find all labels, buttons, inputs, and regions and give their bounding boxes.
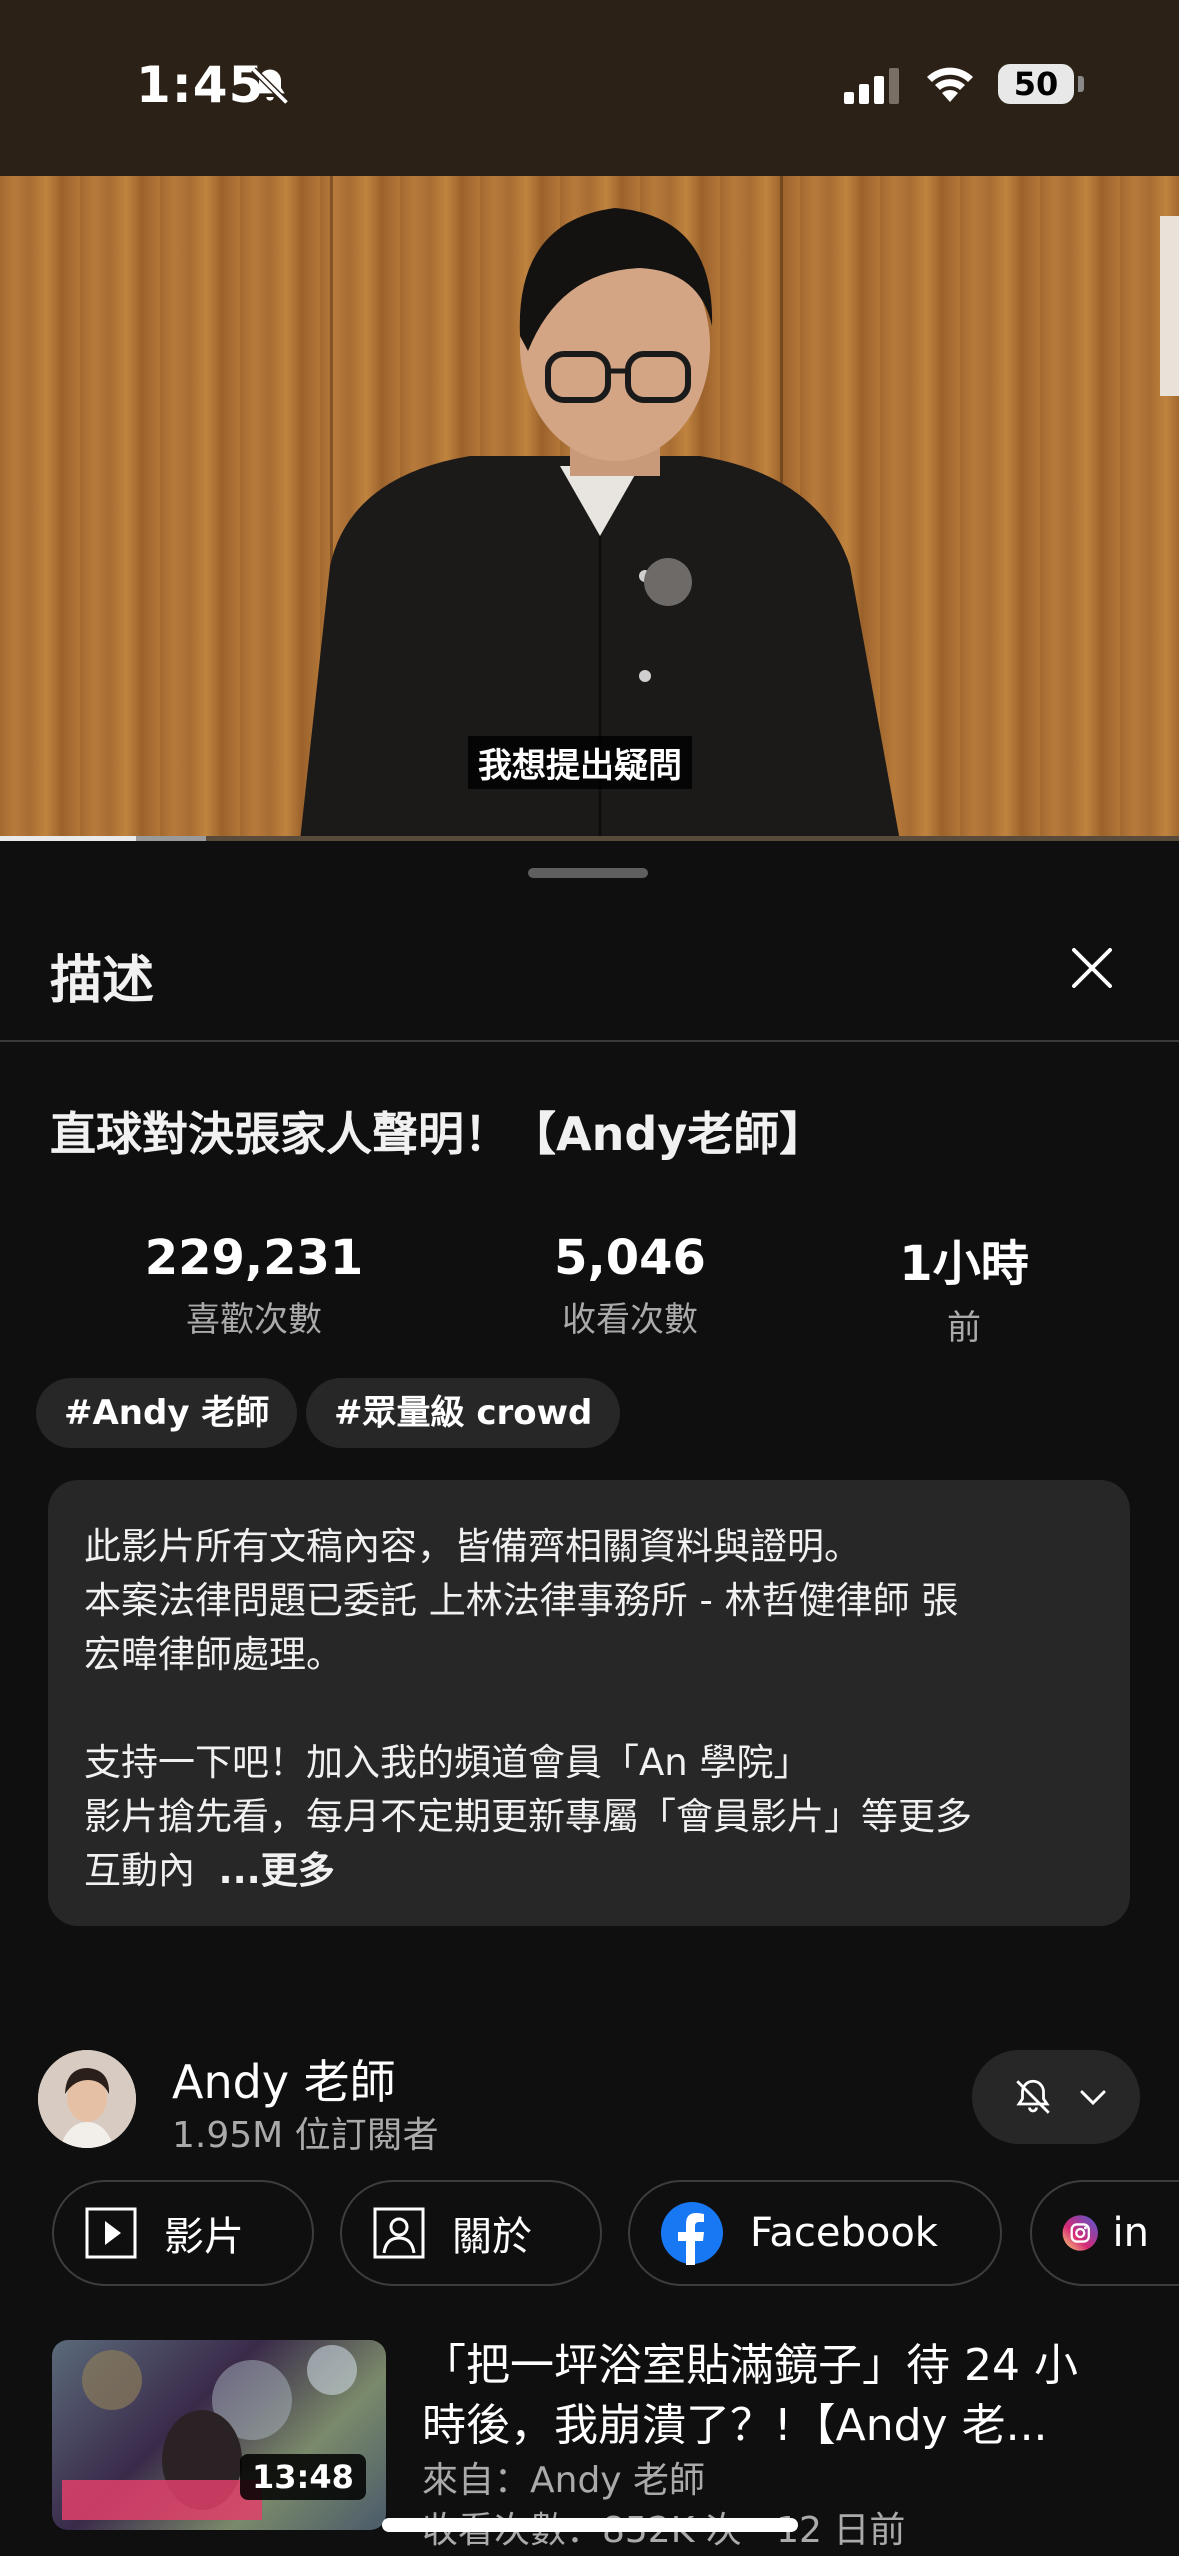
subscriber-count: 1.95M 位訂閱者	[172, 2115, 439, 2156]
channel-name[interactable]: Andy 老師	[172, 2046, 396, 2112]
video-subtitle: 我想提出疑問	[468, 736, 692, 789]
views-count: 5,046	[554, 1230, 706, 1286]
description-box[interactable]: 此影片所有文稿內容，皆備齊相關資料與證明。 本案法律問題已委託 上林法律事務所 …	[48, 1480, 1130, 1926]
description-line: 此影片所有文稿內容，皆備齊相關資料與證明。	[84, 1525, 861, 1568]
views-label: 收看次數	[562, 1300, 698, 1340]
upload-time-stat: 1小時 前	[814, 1224, 1114, 1349]
related-video-meta: 來自：Andy 老師 收看次數：852K 次 · 12 日前	[422, 2456, 905, 2556]
bell-off-icon	[1016, 2079, 1050, 2114]
related-video-channel: 來自：Andy 老師	[422, 2460, 706, 2501]
sheet-title: 描述	[50, 951, 155, 1011]
chip-label: in	[1112, 2210, 1149, 2256]
sheet-drag-handle[interactable]	[528, 868, 648, 878]
video-duration-badge: 13:48	[240, 2454, 366, 2500]
home-indicator[interactable]	[382, 2518, 798, 2532]
about-link-chip[interactable]: 關於	[340, 2180, 602, 2286]
description-blank-line	[84, 1682, 1094, 1736]
bell-muted-icon	[251, 67, 289, 105]
chevron-down-icon	[1080, 2090, 1106, 2106]
videos-link-chip[interactable]: 影片	[52, 2180, 314, 2286]
upload-time-label: 前	[947, 1308, 981, 1348]
likes-stat: 229,231 喜歡次數	[104, 1230, 404, 1341]
avatar-image	[38, 2050, 136, 2148]
instagram-link-chip[interactable]: in	[1030, 2180, 1179, 2286]
related-video-title-line: 「把一坪浴室貼滿鏡子」待 24 小	[422, 2340, 1078, 2391]
likes-label: 喜歡次數	[186, 1300, 322, 1340]
battery-indicator: 50	[998, 64, 1074, 104]
description-line: 影片搶先看，每月不定期更新專屬「會員影片」等更多	[84, 1795, 972, 1838]
facebook-icon	[661, 2202, 723, 2265]
chip-label: Facebook	[750, 2210, 938, 2256]
close-icon[interactable]	[1068, 944, 1116, 992]
hashtag-chip[interactable]: #眾量級 crowd	[306, 1378, 621, 1448]
related-video-title-line: 時後，我崩潰了？!【Andy 老...	[422, 2400, 1048, 2451]
sheet-divider	[0, 1040, 1179, 1042]
description-line: 本案法律問題已委託 上林法律事務所 - 林哲健律師 張	[84, 1579, 959, 1622]
related-video-title[interactable]: 「把一坪浴室貼滿鏡子」待 24 小 時後，我崩潰了？!【Andy 老...	[422, 2336, 1078, 2456]
description-line: 宏暐律師處理。	[84, 1633, 343, 1676]
battery-cap	[1078, 76, 1084, 92]
views-stat: 5,046 收看次數	[480, 1230, 780, 1341]
upload-time-value: 1小時	[899, 1236, 1029, 1292]
person-icon	[373, 2207, 425, 2259]
notification-settings-button[interactable]	[972, 2050, 1140, 2144]
thumbnail-image	[62, 2345, 357, 2520]
cellular-signal-icon	[844, 68, 899, 104]
video-title: 直球對決張家人聲明！【Andy老師】	[50, 1107, 826, 1161]
description-last-line: 互動內 ...更多	[84, 1844, 1094, 1898]
chip-label: 影片	[164, 2214, 244, 2260]
related-video-thumbnail[interactable]	[52, 2340, 386, 2530]
video-player[interactable]: 我想提出疑問	[0, 176, 1179, 841]
wifi-icon	[927, 67, 973, 102]
hashtag-chip[interactable]: #Andy 老師	[36, 1378, 298, 1448]
facebook-link-chip[interactable]: Facebook	[628, 2180, 1002, 2286]
description-line: 互動內	[84, 1849, 195, 1892]
chip-label: 關於	[452, 2214, 532, 2260]
instagram-icon	[1062, 2215, 1098, 2251]
more-link[interactable]: ...更多	[219, 1849, 335, 1892]
play-icon	[85, 2207, 137, 2259]
description-line: 支持一下吧！加入我的頻道會員「An 學院」	[84, 1741, 811, 1784]
status-bar: 1:45 50	[0, 0, 1179, 176]
likes-count: 229,231	[144, 1230, 364, 1286]
status-time: 1:45	[136, 56, 265, 114]
channel-avatar[interactable]	[38, 2050, 136, 2148]
